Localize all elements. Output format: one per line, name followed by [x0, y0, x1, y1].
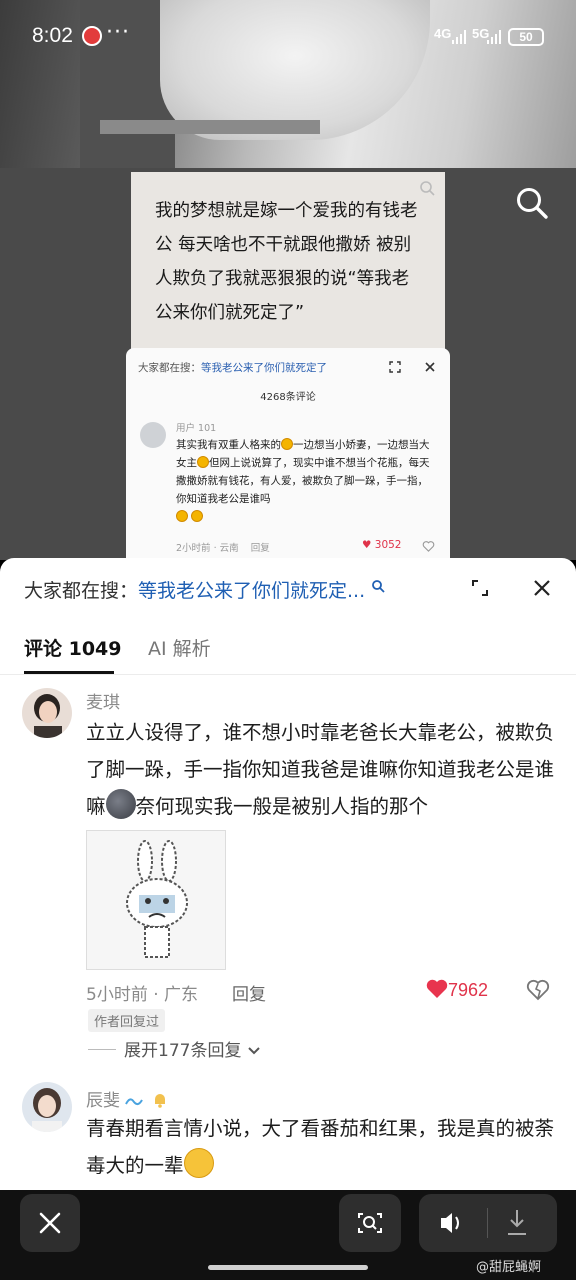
- download-icon[interactable]: [497, 1194, 557, 1252]
- embedded-username: 用户 101: [176, 423, 217, 434]
- avatar-image: [22, 688, 72, 738]
- crying-bunny-sticker: [126, 840, 188, 958]
- embedded-meta: 2小时前 · 云南 回复: [176, 543, 270, 554]
- tab-comments[interactable]: 评论 1049: [24, 634, 122, 661]
- dislike-icon[interactable]: [526, 978, 550, 1002]
- embedded-close-icon: [425, 362, 435, 372]
- embedded-comment-text: 其实我有双重人格来的 一边想当小娇妻，一边想当大女主 但网上说说算了，现实中谁不想当…: [176, 436, 438, 526]
- laugh-emoji-icon: [191, 510, 204, 522]
- comment-username[interactable]: 辰斐: [86, 1086, 169, 1111]
- status-bar: 8:02 ··· 4G 5G 50: [0, 20, 576, 54]
- photo-bed-bar: [100, 120, 320, 134]
- comment-text: 立立人设得了，谁不想小时靠老爸长大靠老公，被欺负了脚一跺，手一指你知道我爸是谁嘛…: [86, 721, 555, 819]
- comment-sticker-image[interactable]: [86, 830, 226, 970]
- embedded-hot-search: 大家都在搜：等我老公来了你们就死定了: [138, 362, 327, 374]
- more-notifications-icon: ···: [106, 20, 130, 45]
- embedded-avatar: [140, 422, 166, 448]
- moon-face-emoji-icon: [105, 789, 136, 819]
- embedded-comment-screenshot: 大家都在搜：等我老公来了你们就死定了 4268条评论 用户 101 其实我有双重…: [126, 348, 450, 560]
- hot-search-row[interactable]: 大家都在搜：等我老公来了你们就死定...: [24, 576, 385, 603]
- comment-sheet: 大家都在搜：等我老公来了你们就死定... 评论 1049 AI 解析 麦琪 立立…: [0, 558, 576, 1190]
- search-icon[interactable]: [515, 186, 549, 220]
- divider-line: [88, 1049, 116, 1050]
- chevron-down-icon: [248, 1047, 260, 1055]
- embedded-expand-icon: [389, 361, 401, 373]
- controls-divider: [487, 1208, 488, 1238]
- fullscreen-icon[interactable]: [470, 578, 490, 598]
- hot-search-query[interactable]: 等我老公来了你们就死定...: [138, 580, 365, 602]
- volume-icon[interactable]: [419, 1194, 479, 1252]
- like-button[interactable]: 7962: [426, 979, 488, 1001]
- close-icon: [39, 1212, 61, 1234]
- weibo-watermark: @甜屁蝇婀: [476, 1260, 542, 1275]
- reply-button[interactable]: 回复: [232, 980, 266, 1005]
- battery-indicator: 50: [508, 28, 544, 46]
- bell-icon: [154, 1094, 165, 1108]
- tab-ai-analysis[interactable]: AI 解析: [148, 634, 211, 661]
- heart-icon: [426, 979, 448, 998]
- signal-bars-icon: [452, 30, 466, 44]
- laugh-emoji-icon: [176, 510, 188, 522]
- search-icon: [372, 580, 385, 593]
- crying-emoji-icon: [183, 1148, 214, 1178]
- avatar-image: [22, 1082, 72, 1132]
- embedded-comment-count: 4268条评论: [260, 392, 316, 403]
- home-indicator[interactable]: [208, 1265, 368, 1270]
- laugh-emoji-icon: [197, 456, 209, 468]
- lens-scan-icon: [358, 1213, 382, 1233]
- media-controls: [419, 1194, 557, 1252]
- laugh-emoji-icon: [281, 438, 293, 450]
- notification-app-icon: [82, 26, 102, 46]
- post-text: 我的梦想就是嫁一个爱我的有钱老公 每天啥也不干就跟他撒娇 被别人欺负了我就恶狠狠…: [155, 201, 418, 323]
- tabs-divider: [0, 674, 576, 675]
- wave-icon: [125, 1098, 144, 1106]
- avatar[interactable]: [22, 688, 72, 738]
- comment-time-location: 5小时前 · 广东: [86, 985, 199, 1005]
- embedded-like-count: ♥ 3052: [362, 539, 402, 551]
- post-text-card: 我的梦想就是嫁一个爱我的有钱老公 每天啥也不干就跟他撒娇 被别人欺负了我就恶狠狠…: [131, 172, 445, 352]
- signal-bars-icon-2: [487, 30, 501, 44]
- network-4g-label: 4G: [434, 26, 452, 41]
- close-button[interactable]: [20, 1194, 80, 1252]
- avatar[interactable]: [22, 1082, 72, 1132]
- close-icon[interactable]: [532, 578, 552, 598]
- like-count: 7962: [448, 980, 489, 1000]
- embedded-dislike-icon: [422, 541, 435, 552]
- small-search-icon: [420, 181, 435, 196]
- status-time: 8:02: [32, 24, 73, 47]
- comment-text: 青春期看言情小说，大了看番茄和红果，我是真的被荼毒大的一辈: [86, 1117, 555, 1178]
- author-replied-badge: 作者回复过: [88, 1009, 166, 1032]
- expand-replies-button[interactable]: 展开177条回复: [88, 1036, 261, 1061]
- comment-username[interactable]: 麦琪: [86, 688, 120, 713]
- image-search-button[interactable]: [339, 1194, 401, 1252]
- hot-search-label: 大家都在搜：: [24, 580, 139, 602]
